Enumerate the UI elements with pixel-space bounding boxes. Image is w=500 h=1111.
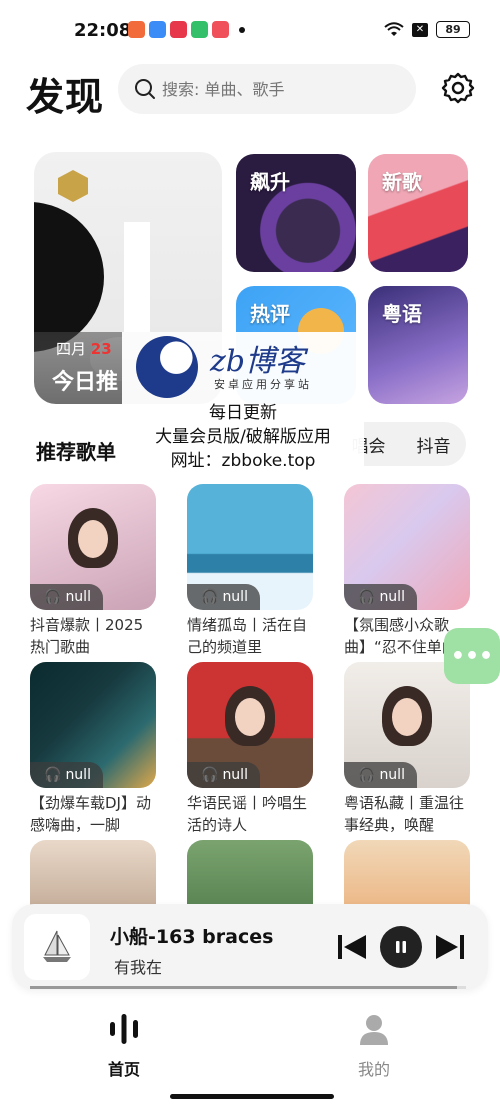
playlist-cover: 🎧 null: [30, 484, 156, 610]
tile-cantonese[interactable]: 粤语: [368, 286, 468, 404]
play-count-badge: 🎧 null: [30, 584, 103, 610]
playlist-cover: 🎧 null: [187, 484, 313, 610]
playlist-card[interactable]: 🎧 null 情绪孤岛丨活在自己的频道里: [187, 484, 313, 658]
wifi-icon: [384, 21, 404, 36]
banner-month: 四月: [56, 340, 87, 358]
album-art[interactable]: [24, 914, 90, 980]
watermark-line: 每日更新: [209, 403, 277, 423]
playlist-title: 华语民谣丨吟唱生活的诗人: [187, 794, 308, 834]
play-count-badge: 🎧 null: [187, 584, 260, 610]
banner-day: 23: [90, 340, 112, 358]
headphones-icon: 🎧: [358, 767, 376, 783]
play-count: null: [222, 589, 248, 605]
play-count: null: [65, 767, 91, 783]
nav-item-profile[interactable]: 我的: [334, 1012, 414, 1080]
nav-item-home[interactable]: 首页: [84, 1012, 164, 1080]
app-notification-icon: [128, 21, 145, 38]
playlist-title: 粤语私藏丨重温往事经典，唤醒: [344, 794, 465, 834]
watermark-overlay: zb博客 安卓应用分享站 每日更新 大量会员版/破解版应用 网址：zbboke.…: [122, 332, 364, 484]
play-count-badge: 🎧 null: [344, 762, 417, 788]
mini-player[interactable]: 小船-163 braces 有我在: [12, 904, 488, 990]
playlist-cover: 🎧 null: [344, 484, 470, 610]
section-title: 推荐歌单: [36, 440, 116, 464]
play-count: null: [65, 589, 91, 605]
watermark-subtitle: 安卓应用分享站: [214, 378, 312, 391]
status-indicators: ✕ 89: [384, 21, 470, 38]
home-indicator: [170, 1094, 334, 1099]
search-input[interactable]: [162, 79, 402, 99]
vip-badge-icon: [58, 170, 88, 202]
banner-date: 四月 23: [56, 338, 112, 359]
playlist-card[interactable]: 🎧 null 抖音爆款丨2025热门歌曲: [30, 484, 156, 658]
more-notifications-icon: [239, 26, 245, 33]
headphones-icon: 🎧: [358, 589, 376, 605]
sound-wave-icon: [110, 1014, 138, 1044]
tile-new-songs[interactable]: 新歌: [368, 154, 468, 272]
watermark-line: 大量会员版/破解版应用: [155, 427, 331, 447]
playback-progress-fill: [30, 986, 458, 989]
tile-rising-chart[interactable]: 飙升: [236, 154, 356, 272]
sailboat-icon: [43, 930, 71, 962]
play-count-badge: 🎧 null: [344, 584, 417, 610]
next-track-icon[interactable]: [434, 932, 466, 962]
headphones-icon: 🎧: [44, 767, 62, 783]
playlist-title: 情绪孤岛丨活在自己的频道里: [187, 616, 308, 656]
playback-progress-bar[interactable]: [30, 986, 466, 989]
app-notification-icon: [191, 21, 208, 38]
banner-caption: 今日推: [52, 370, 119, 395]
tile-label: 粤语: [382, 302, 422, 326]
playlist-title: 【劲爆车载DJ】动感嗨曲，一脚: [30, 794, 151, 834]
pause-button[interactable]: [380, 926, 422, 968]
play-count: null: [379, 589, 405, 605]
app-notification-icon: [149, 21, 166, 38]
playlist-card[interactable]: 🎧 null 【劲爆车载DJ】动感嗨曲，一脚: [30, 662, 156, 836]
play-count-badge: 🎧 null: [187, 762, 260, 788]
watermark-brand: zb博客: [210, 344, 306, 379]
tile-label: 飙升: [250, 170, 290, 194]
nav-label-home: 首页: [107, 1060, 140, 1079]
cover-face: [392, 698, 422, 736]
vinyl-record-image: [34, 202, 104, 352]
settings-gear-icon[interactable]: [440, 70, 476, 106]
app-notification-icon: [170, 21, 187, 38]
search-icon: [135, 79, 155, 99]
playlist-card[interactable]: 🎧 null 华语民谣丨吟唱生活的诗人: [187, 662, 313, 836]
app-notification-icon: [212, 21, 229, 38]
nav-label-profile: 我的: [357, 1060, 390, 1079]
play-count-badge: 🎧 null: [30, 762, 103, 788]
more-dots-icon: •••: [450, 643, 494, 669]
no-sim-icon: ✕: [412, 22, 428, 37]
watermark-url: 网址：zbboke.top: [170, 451, 316, 471]
page-title: 发现: [26, 75, 105, 119]
watermark-logo: [136, 336, 198, 398]
floating-menu-button[interactable]: •••: [444, 628, 500, 684]
chip-douyin[interactable]: 抖音: [417, 432, 451, 457]
status-time: 22:08: [74, 20, 132, 41]
headphones-icon: 🎧: [44, 589, 62, 605]
now-playing-title: 小船-163 braces: [110, 926, 274, 948]
search-bar[interactable]: [118, 64, 416, 114]
cover-face: [235, 698, 265, 736]
previous-track-icon[interactable]: [336, 932, 368, 962]
playlist-title: 抖音爆款丨2025热门歌曲: [30, 616, 144, 656]
headphones-icon: 🎧: [201, 589, 219, 605]
cover-face: [78, 520, 108, 558]
playlist-cover: 🎧 null: [30, 662, 156, 788]
play-count: null: [222, 767, 248, 783]
notification-icons: [128, 21, 245, 38]
pause-icon: [396, 941, 406, 953]
headphones-icon: 🎧: [201, 767, 219, 783]
playlist-card[interactable]: 🎧 null 粤语私藏丨重温往事经典，唤醒: [344, 662, 470, 836]
person-icon: [360, 1015, 388, 1045]
tile-label: 热评: [250, 302, 290, 326]
battery-indicator: 89: [436, 21, 470, 38]
now-playing-artist: 有我在: [114, 958, 163, 977]
playlist-cover: 🎧 null: [187, 662, 313, 788]
play-count: null: [379, 767, 405, 783]
status-bar: 22:08 ✕ 89: [0, 0, 500, 60]
tile-label: 新歌: [382, 170, 422, 194]
